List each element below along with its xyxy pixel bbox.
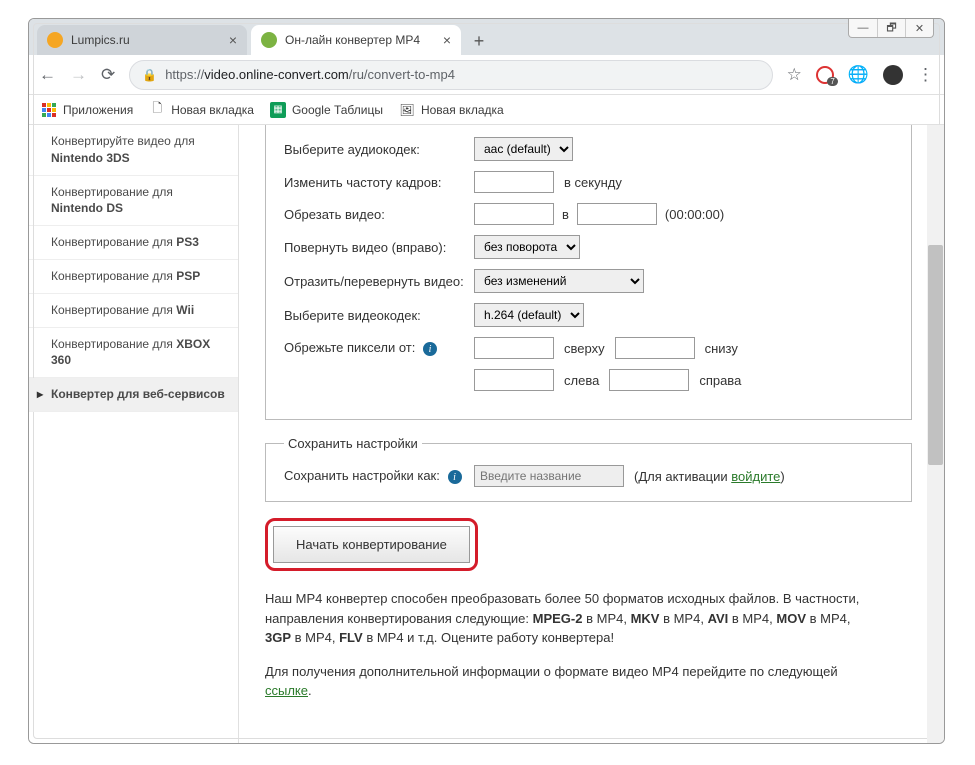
forward-button[interactable]: → <box>70 65 87 85</box>
maximize-button[interactable]: 🗗 <box>877 19 905 37</box>
mirror-select[interactable]: без изменений <box>474 269 644 293</box>
reload-button[interactable]: ⟳ <box>101 65 115 85</box>
url-field[interactable]: 🔒 https://video.online-convert.com/ru/co… <box>129 60 772 90</box>
save-settings-legend: Сохранить настройки <box>284 436 422 451</box>
scrollbar-thumb[interactable] <box>928 245 943 465</box>
video-codec-select[interactable]: h.264 (default) <box>474 303 584 327</box>
extension-badge: 7 <box>827 77 837 86</box>
trim-label: Обрезать видео: <box>284 207 474 222</box>
tab-title: Lumpics.ru <box>71 33 221 47</box>
sidebar-item-nintendo-3ds[interactable]: Конвертируйте видео для Nintendo 3DS <box>29 125 238 176</box>
extension-icon[interactable]: 7 <box>816 66 834 84</box>
settings-panel: Выберите аудиокодек: aac (default) Измен… <box>265 125 912 420</box>
sidebar: Конвертируйте видео для Nintendo 3DS Кон… <box>29 125 239 743</box>
main-content: Выберите аудиокодек: aac (default) Измен… <box>239 125 944 743</box>
crop-left-label: слева <box>564 373 599 388</box>
back-button[interactable]: ← <box>39 65 56 85</box>
sidebar-item-wii[interactable]: Конвертирование для Wii <box>29 294 238 328</box>
globe-icon[interactable]: 🌐 <box>848 65 869 85</box>
trim-start-input[interactable] <box>474 203 554 225</box>
crop-bottom-input[interactable] <box>615 337 695 359</box>
audio-codec-select[interactable]: aac (default) <box>474 137 573 161</box>
bookmark-item[interactable]: ▦ Google Таблицы <box>270 102 383 118</box>
scrollbar-track[interactable] <box>927 125 944 743</box>
apps-button[interactable]: Приложения <box>41 102 133 118</box>
highlight-annotation: Начать конвертирование <box>265 518 478 571</box>
video-codec-label: Выберите видеокодек: <box>284 308 474 323</box>
window-controls: — 🗗 ✕ <box>848 19 934 38</box>
framerate-label: Изменить частоту кадров: <box>284 175 474 190</box>
audio-codec-label: Выберите аудиокодек: <box>284 142 474 157</box>
save-as-label: Сохранить настройки как: i <box>284 468 474 485</box>
sidebar-item-ps3[interactable]: Конвертирование для PS3 <box>29 226 238 260</box>
crop-top-input[interactable] <box>474 337 554 359</box>
bookmark-item[interactable]: 🗋 Новая вкладка <box>149 102 254 118</box>
sidebar-item-web-services[interactable]: Конвертер для веб-сервисов <box>29 378 238 412</box>
start-convert-button[interactable]: Начать конвертирование <box>273 526 470 563</box>
tab-title: Он-лайн конвертер MP4 <box>285 33 435 47</box>
sidebar-item-nintendo-ds[interactable]: Конвертирование для Nintendo DS <box>29 176 238 227</box>
info-icon[interactable]: i <box>448 470 462 484</box>
sidebar-item-psp[interactable]: Конвертирование для PSP <box>29 260 238 294</box>
avatar[interactable] <box>883 65 903 85</box>
page-icon: 🗋 <box>149 102 165 118</box>
info-icon[interactable]: i <box>423 342 437 356</box>
tab-converter[interactable]: Он-лайн конвертер MP4 × <box>251 25 461 55</box>
crop-right-input[interactable] <box>609 369 689 391</box>
tab-close-icon[interactable]: × <box>443 32 451 48</box>
bookmark-item[interactable]: 🖼 Новая вкладка <box>399 102 504 118</box>
crop-left-input[interactable] <box>474 369 554 391</box>
menu-icon[interactable]: ⋮ <box>917 65 934 85</box>
framerate-suffix: в секунду <box>564 175 622 190</box>
close-window-button[interactable]: ✕ <box>905 19 933 37</box>
address-bar: ← → ⟳ 🔒 https://video.online-convert.com… <box>29 55 944 95</box>
activation-text: (Для активации войдите) <box>634 469 785 484</box>
trim-end-input[interactable] <box>577 203 657 225</box>
save-name-input <box>474 465 624 487</box>
url-text: https://video.online-convert.com/ru/conv… <box>165 67 455 82</box>
trim-mid: в <box>562 207 569 222</box>
bookmarks-bar: Приложения 🗋 Новая вкладка ▦ Google Табл… <box>29 95 944 125</box>
star-icon[interactable]: ☆ <box>787 65 802 85</box>
crop-bottom-label: снизу <box>705 341 738 356</box>
more-info-link[interactable]: ссылке <box>265 683 308 698</box>
apps-icon <box>41 102 57 118</box>
tab-lumpics[interactable]: Lumpics.ru × <box>37 25 247 55</box>
lock-icon: 🔒 <box>142 68 157 82</box>
framerate-input[interactable] <box>474 171 554 193</box>
picture-icon: 🖼 <box>399 102 415 118</box>
new-tab-button[interactable]: + <box>465 27 493 55</box>
login-link[interactable]: войдите <box>731 469 780 484</box>
tab-strip: Lumpics.ru × Он-лайн конвертер MP4 × + <box>29 19 944 55</box>
trim-hint: (00:00:00) <box>665 207 724 222</box>
description-text: Наш MP4 конвертер способен преобразовать… <box>265 589 865 701</box>
save-settings-fieldset: Сохранить настройки Сохранить настройки … <box>265 436 912 502</box>
rotate-select[interactable]: без поворота <box>474 235 580 259</box>
crop-top-label: сверху <box>564 341 605 356</box>
sheets-icon: ▦ <box>270 102 286 118</box>
minimize-button[interactable]: — <box>849 19 877 37</box>
rotate-label: Повернуть видео (вправо): <box>284 240 474 255</box>
sidebar-item-xbox360[interactable]: Конвертирование для XBOX 360 <box>29 328 238 379</box>
favicon-converter <box>261 32 277 48</box>
favicon-lumpics <box>47 32 63 48</box>
crop-label: Обрежьте пиксели от: i <box>284 340 474 357</box>
mirror-label: Отразить/перевернуть видео: <box>284 274 474 289</box>
tab-close-icon[interactable]: × <box>229 32 237 48</box>
crop-right-label: справа <box>699 373 741 388</box>
